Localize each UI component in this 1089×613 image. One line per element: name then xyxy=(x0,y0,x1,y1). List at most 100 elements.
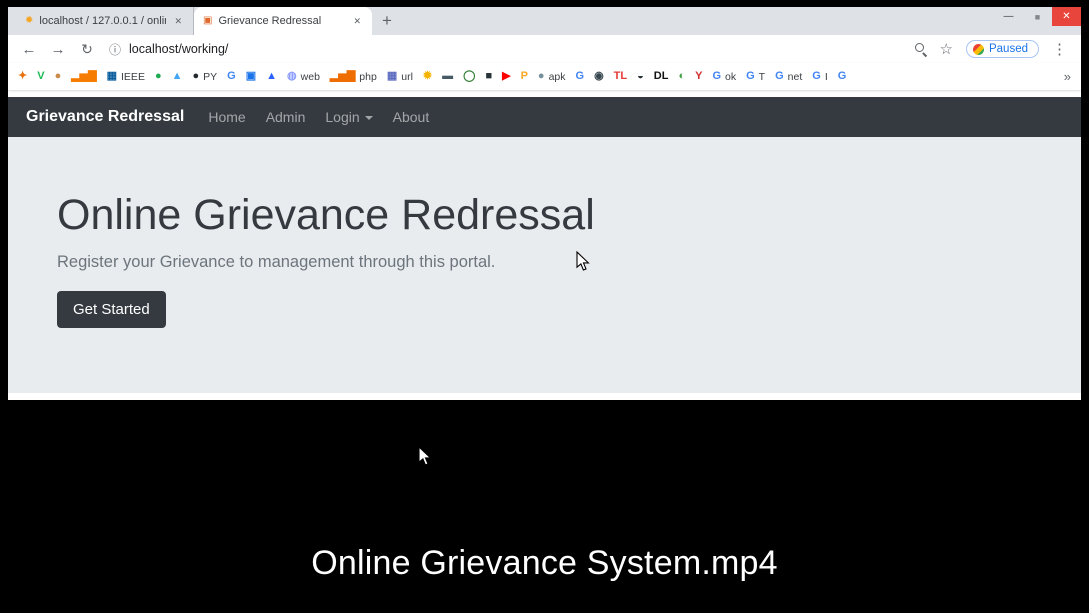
bookmark-item[interactable]: Y xyxy=(695,71,702,82)
bookmark-label: php xyxy=(359,71,377,83)
bookmark-item[interactable]: ■ xyxy=(485,71,492,82)
bookmark-item[interactable]: ▬ xyxy=(442,71,453,82)
video-caption: Online Grievance System.mp4 xyxy=(0,544,1089,583)
sync-paused-label: Paused xyxy=(989,43,1028,55)
page-info-icon[interactable]: ⓘ xyxy=(109,41,121,58)
nav-link-about[interactable]: About xyxy=(383,109,440,125)
zoom-icon[interactable] xyxy=(915,43,927,55)
browser-toolbar: ← → ↻ ⓘ localhost/working/ ☆ Paused ⋮ xyxy=(8,35,1081,63)
bookmark-item[interactable]: ▦IEEE xyxy=(107,71,145,83)
bookmark-item[interactable]: ✹ xyxy=(423,71,432,82)
bookmark-item[interactable]: ▦url xyxy=(387,71,413,83)
bookmark-item[interactable]: ▂▅▇ php xyxy=(330,71,377,83)
maximize-button[interactable]: ■ xyxy=(1023,7,1052,26)
bookmark-item[interactable]: ◐ xyxy=(678,71,685,82)
bookmark-item[interactable]: Gnet xyxy=(775,71,802,83)
bookmark-label: PY xyxy=(203,71,217,83)
bookmark-item[interactable]: G xyxy=(227,71,236,82)
bookmark-favicon-icon: ▣ xyxy=(246,71,256,82)
site-brand[interactable]: Grievance Redressal xyxy=(26,108,184,126)
bookmark-item[interactable]: Gok xyxy=(712,71,736,83)
new-tab-button[interactable]: + xyxy=(382,11,392,31)
bookmark-item[interactable]: ▂▅▇ xyxy=(71,71,96,82)
bookmark-item[interactable]: ▣ xyxy=(246,71,256,82)
bookmark-item[interactable]: ●apk xyxy=(538,71,566,83)
bookmark-favicon-icon: ● xyxy=(55,71,62,82)
page-bottom-margin xyxy=(8,393,1081,400)
bookmark-item[interactable]: ●PY xyxy=(193,71,218,83)
nav-link-admin[interactable]: Admin xyxy=(256,109,316,125)
bookmark-favicon-icon: P xyxy=(521,71,528,82)
bookmark-label: IEEE xyxy=(121,71,145,83)
nav-link-home[interactable]: Home xyxy=(198,109,255,125)
page-top-margin xyxy=(8,90,1081,97)
bookmarks-bar: ✦V●▂▅▇▦IEEE●▲●PYG▣▲◍web▂▅▇php▦url✹▬◯■▶P●… xyxy=(8,63,1081,90)
bookmark-label: apk xyxy=(549,71,566,83)
page-subtitle: Register your Grievance to management th… xyxy=(57,253,1081,272)
tab-2-close-icon[interactable]: ✕ xyxy=(351,14,363,29)
browser-menu-icon[interactable]: ⋮ xyxy=(1052,40,1067,58)
bookmark-item[interactable]: ▲ xyxy=(172,71,183,82)
bookmark-item[interactable]: V xyxy=(37,71,44,82)
bookmark-item[interactable]: P xyxy=(521,71,528,82)
bookmark-item[interactable]: G xyxy=(576,71,585,82)
tab-2-favicon-icon: ▣ xyxy=(203,16,212,26)
bookmark-item[interactable]: ◒ xyxy=(637,71,644,82)
bookmark-label: net xyxy=(788,71,803,83)
bookmark-item[interactable]: GT xyxy=(746,71,765,83)
tab-2-title: Grievance Redressal xyxy=(218,15,345,27)
bookmark-favicon-icon: ◍ xyxy=(287,71,297,82)
address-bar[interactable]: ⓘ localhost/working/ xyxy=(109,41,908,58)
mouse-cursor-secondary xyxy=(418,446,432,467)
bookmark-label: web xyxy=(301,71,320,83)
bookmark-label: ok xyxy=(725,71,736,83)
browser-window: ✹ localhost / 127.0.0.1 / onlinegrie ✕ ▣… xyxy=(8,7,1081,400)
bookmark-item[interactable]: ● xyxy=(55,71,62,82)
refresh-icon[interactable]: ↻ xyxy=(76,41,98,58)
bookmark-favicon-icon: G xyxy=(775,71,784,82)
bookmark-favicon-icon: ◉ xyxy=(594,71,604,82)
bookmark-item[interactable]: TL xyxy=(614,71,627,82)
bookmark-label: T xyxy=(759,71,765,83)
sync-paused-chip[interactable]: Paused xyxy=(966,40,1039,58)
tab-grievance-redressal[interactable]: ▣ Grievance Redressal ✕ xyxy=(194,7,372,35)
bookmark-favicon-icon: ▬ xyxy=(442,71,453,82)
bookmark-favicon-icon: ▂▅▇ xyxy=(330,71,355,82)
bookmark-favicon-icon: TL xyxy=(614,71,627,82)
bookmark-favicon-icon: ■ xyxy=(485,71,492,82)
navbar-links: HomeAdminLoginAbout xyxy=(198,109,439,125)
bookmark-favicon-icon: G xyxy=(838,71,847,82)
maximize-icon: ■ xyxy=(1035,12,1040,22)
bookmark-item[interactable]: G xyxy=(838,71,847,82)
bookmark-favicon-icon: ◒ xyxy=(637,71,644,82)
site-navbar: Grievance Redressal HomeAdminLoginAbout xyxy=(8,97,1081,137)
bookmark-item[interactable]: ◯ xyxy=(463,71,475,82)
bookmark-item[interactable]: GI xyxy=(812,71,827,83)
tab-1-favicon-icon: ✹ xyxy=(25,16,33,26)
bookmarks-overflow-icon[interactable]: » xyxy=(1064,69,1071,84)
tab-1-close-icon[interactable]: ✕ xyxy=(172,14,184,29)
dropdown-caret-icon xyxy=(365,116,373,120)
url-text[interactable]: localhost/working/ xyxy=(129,42,228,56)
bookmark-star-icon[interactable]: ☆ xyxy=(940,40,953,58)
bookmark-favicon-icon: ▦ xyxy=(387,71,397,82)
nav-link-login[interactable]: Login xyxy=(315,109,382,125)
minimize-button[interactable]: — xyxy=(994,7,1023,26)
bookmark-item[interactable]: DL xyxy=(654,71,669,82)
bookmark-favicon-icon: ▂▅▇ xyxy=(71,71,96,82)
bookmark-favicon-icon: ✹ xyxy=(423,71,432,82)
bookmark-item[interactable]: ◍ web xyxy=(287,71,320,83)
bookmark-favicon-icon: ◯ xyxy=(463,71,475,82)
bookmark-item[interactable]: ✦ xyxy=(18,71,27,82)
bookmark-item[interactable]: ◉ xyxy=(594,71,604,82)
close-button[interactable]: ✕ xyxy=(1052,7,1081,26)
back-icon[interactable]: ← xyxy=(18,41,40,58)
mouse-cursor xyxy=(576,251,590,272)
tab-phpmyadmin[interactable]: ✹ localhost / 127.0.0.1 / onlinegrie ✕ xyxy=(16,7,194,35)
bookmark-favicon-icon: G xyxy=(746,71,755,82)
forward-icon[interactable]: → xyxy=(47,41,69,58)
bookmark-item[interactable]: ● xyxy=(155,71,162,82)
bookmark-item[interactable]: ▶ xyxy=(502,71,510,82)
bookmark-item[interactable]: ▲ xyxy=(266,71,277,82)
get-started-button[interactable]: Get Started xyxy=(57,291,166,328)
